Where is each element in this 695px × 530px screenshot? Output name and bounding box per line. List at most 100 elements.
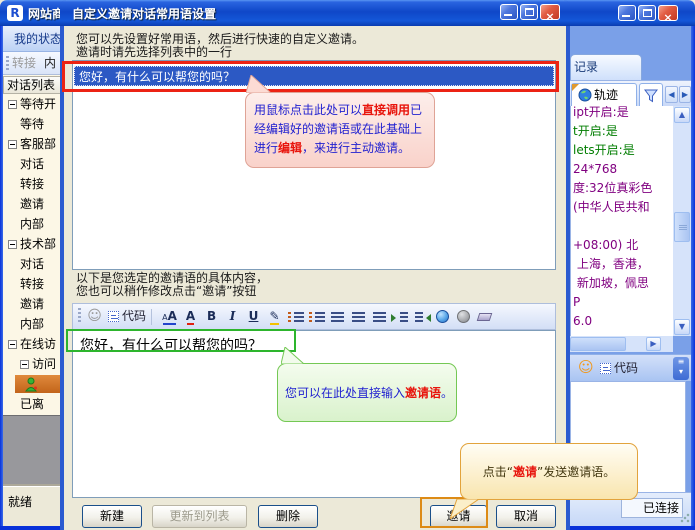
toolbar-drag-handle[interactable] [6,56,9,70]
dialog-close-button[interactable]: × [540,4,560,20]
editor-toolbar: ☺代码AAABIU✎ [72,303,556,330]
tab-scroll-right-button[interactable]: ▶ [679,86,691,103]
code-button-label: 代码 [122,309,146,323]
tree-item-label: 转接 [20,177,44,191]
emoticon-button[interactable]: ☺ [84,308,105,326]
tree-collapse-icon[interactable] [20,360,29,369]
tree-collapse-icon[interactable] [8,100,17,109]
new-button[interactable]: 新建 [82,505,142,528]
screenshot-root: R 网站商 × 我的状态 转接内 对话列表 等待开等待客服部对话转接邀请内部技术… [0,0,695,530]
transfer-button[interactable]: 转接 [12,56,36,70]
tree-item[interactable]: 在线访 [3,334,62,354]
toolbar-overflow-button[interactable]: ≡▾ [673,357,689,380]
dialog-minimize-button[interactable] [500,4,518,20]
tree-item-label: 对话 [20,257,44,271]
tab-filter[interactable] [639,83,663,107]
dialog-titlebar: 自定义邀请对话常用语设置 × [60,0,570,26]
scrollbar-thumb[interactable] [570,337,626,351]
main-close-button[interactable]: × [658,5,678,21]
visitor-info-line: +08:00) 北 [573,236,673,255]
tab-track[interactable]: 轨迹 [571,83,637,107]
tree-item[interactable]: 转接 [3,274,62,294]
list-hint-text: 用鼠标点击此处可以直接调用已经编辑好的邀请语或在此基础上进行编辑，来进行主动邀请… [254,103,422,155]
visitor-info-line: 6.0 [573,312,673,331]
visitor-info-line: 上海，香港， [573,255,673,274]
tree-collapse-icon[interactable] [8,140,17,149]
indent-button[interactable] [390,308,411,326]
ready-status: 就绪 [8,495,32,509]
tree-item-label: 技术部 [20,237,56,251]
tab-record[interactable]: 记录 [570,54,642,80]
eraser-button[interactable] [474,308,495,326]
tree-item[interactable]: 转接 [3,174,62,194]
italic-button[interactable]: I [222,308,243,326]
tab-record-label: 记录 [574,60,598,74]
ordered-list-button[interactable] [285,308,306,326]
remove-link-button[interactable] [453,308,474,326]
tree-collapse-icon[interactable] [8,240,17,249]
scrollbar-thumb[interactable] [674,212,690,242]
tree-item-selected[interactable] [3,374,62,394]
tree-collapse-icon[interactable] [8,340,17,349]
app-logo-icon: R [7,5,23,21]
tab-scroll-left-button[interactable]: ◀ [665,86,678,103]
my-status-label[interactable]: 我的状态 [3,26,62,52]
tree-item[interactable]: 对话 [3,254,62,274]
list-hint-callout: 用鼠标点击此处可以直接调用已经编辑好的邀请语或在此基础上进行编辑，来进行主动邀请… [245,92,435,168]
align-center-button[interactable] [348,308,369,326]
font-color-button[interactable]: A [180,308,201,326]
visitor-info-panel: ipt开启:是t开启:是lets开启:是24*768度:32位真彩色(中华人民共… [570,106,673,336]
tree-item[interactable]: 内部 [3,314,62,334]
dialog-title: 自定义邀请对话常用语设置 [72,5,216,22]
main-minimize-button[interactable] [618,5,636,21]
tree-item[interactable]: 等待 [3,114,62,134]
delete-button[interactable]: 删除 [258,505,318,528]
tree-item[interactable]: 客服部 [3,134,62,154]
underline-button[interactable]: U [243,308,264,326]
main-maximize-button[interactable] [638,5,656,21]
visitor-info-line: t开启:是 [573,122,673,141]
horizontal-scrollbar[interactable]: ▶ [570,336,673,352]
vertical-scrollbar[interactable]: ▲ ▼ [673,106,691,336]
code-icon [108,311,119,322]
toolbar-drag-handle[interactable] [78,308,81,324]
tree-item[interactable]: 已离 [3,394,62,414]
globe-icon [578,88,592,102]
tree-item[interactable]: 内部 [3,214,62,234]
internal-button[interactable]: 内 [44,56,56,70]
tree-selection-highlight [15,375,62,393]
code-button-label: 代码 [614,361,638,375]
scroll-up-button[interactable]: ▲ [674,107,690,123]
tree-item-label: 转接 [20,277,44,291]
tree-item-label: 邀请 [20,197,44,211]
align-left-button[interactable] [327,308,348,326]
code-button[interactable]: 代码 [105,308,149,326]
tree-item[interactable]: 等待开 [3,94,62,114]
tree-item[interactable]: 邀请 [3,294,62,314]
tree-item[interactable]: 访问 [3,354,62,374]
tree-item[interactable]: 对话 [3,154,62,174]
resize-grip[interactable] [680,513,690,523]
minimize-icon [504,14,512,16]
highlight-button[interactable]: ✎ [264,308,285,326]
sidebar-statusbar: 就绪 [3,486,62,526]
update-to-list-button[interactable]: 更新到列表 [152,505,247,528]
emoticon-icon[interactable]: ☺ [578,358,594,376]
unordered-list-button[interactable] [306,308,327,326]
right-tabstrip: 轨迹 ◀ ▶ [570,80,691,106]
scroll-right-button[interactable]: ▶ [646,337,661,351]
font-name-button[interactable]: AA [159,308,180,326]
dialog-maximize-button[interactable] [520,4,538,20]
code-button[interactable]: 代码 [600,359,638,376]
cancel-button[interactable]: 取消 [496,505,556,528]
visitor-info-line: 24*768 [573,160,673,179]
bold-button[interactable]: B [201,308,222,326]
toolbar-separator [151,309,157,325]
tree-item[interactable]: 邀请 [3,194,62,214]
scroll-down-button[interactable]: ▼ [674,319,690,335]
editor-hint-text: 您可以在此处直接输入邀请语。 [285,384,453,401]
tree-item[interactable]: 技术部 [3,234,62,254]
outdent-button[interactable] [411,308,432,326]
insert-link-button[interactable] [432,308,453,326]
align-right-button[interactable] [369,308,390,326]
